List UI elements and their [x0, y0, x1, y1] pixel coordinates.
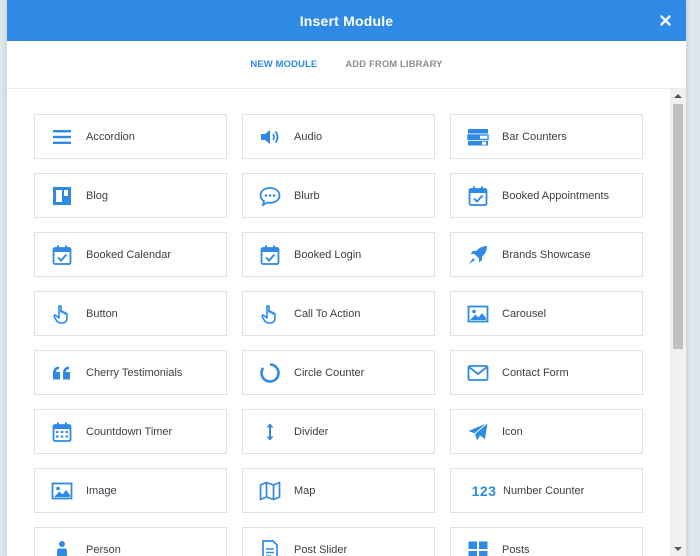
module-label: Booked Appointments [502, 189, 610, 202]
divider-icon [258, 420, 282, 444]
module-label: Accordion [86, 130, 135, 143]
blurb-icon [258, 184, 282, 208]
audio-icon [258, 125, 282, 149]
module-card-blog[interactable]: Blog [34, 173, 227, 218]
module-label: Booked Login [294, 248, 362, 261]
module-card-accordion[interactable]: Accordion [34, 114, 227, 159]
module-card-booked-login[interactable]: Booked Login [242, 232, 435, 277]
module-card-booked-appointments[interactable]: Booked Appointments [450, 173, 643, 218]
module-label: Person [86, 543, 121, 556]
map-icon [258, 479, 282, 503]
module-label: Divider [294, 425, 329, 438]
module-label: Icon [502, 425, 523, 438]
document-icon [258, 538, 282, 556]
scrollbar[interactable] [670, 89, 686, 556]
module-card-person[interactable]: Person [34, 527, 227, 556]
close-icon[interactable] [657, 12, 673, 28]
module-label: Cherry Testimonials [86, 366, 183, 379]
pointer-hand-icon [258, 302, 282, 326]
blog-icon [50, 184, 74, 208]
module-card-call-to-action[interactable]: Call To Action [242, 291, 435, 336]
module-label: Countdown Timer [86, 425, 173, 438]
module-card-map[interactable]: Map [242, 468, 435, 513]
module-label: Call To Action [294, 307, 361, 320]
module-label: Carousel [502, 307, 547, 320]
module-label: Bar Counters [502, 130, 567, 143]
module-card-carousel[interactable]: Carousel [450, 291, 643, 336]
bar-counters-icon [466, 125, 490, 149]
insert-module-dialog: Insert Module NEW MODULE ADD FROM LIBRAR… [7, 0, 686, 556]
module-card-audio[interactable]: Audio [242, 114, 435, 159]
accordion-icon [50, 125, 74, 149]
module-card-countdown-timer[interactable]: Countdown Timer [34, 409, 227, 454]
module-label: Audio [294, 130, 323, 143]
module-label: Button [86, 307, 118, 320]
module-card-brands-showcase[interactable]: Brands Showcase [450, 232, 643, 277]
module-grid: Accordion Audio Bar Counters Blog Blurb Booke… [34, 114, 643, 556]
module-label: Circle Counter [294, 366, 365, 379]
module-card-circle-counter[interactable]: Circle Counter [242, 350, 435, 395]
module-card-cherry-testimonials[interactable]: Cherry Testimonials [34, 350, 227, 395]
module-card-number-counter[interactable]: 123 Number Counter [450, 468, 643, 513]
module-card-booked-calendar[interactable]: Booked Calendar [34, 232, 227, 277]
module-card-bar-counters[interactable]: Bar Counters [450, 114, 643, 159]
module-label: Contact Form [502, 366, 569, 379]
module-card-posts[interactable]: Posts [450, 527, 643, 556]
module-label: Blurb [294, 189, 320, 202]
rocket-icon [466, 243, 490, 267]
module-card-button[interactable]: Button [34, 291, 227, 336]
scroll-up-arrow-icon[interactable] [670, 89, 686, 103]
calendar-grid-icon [50, 420, 74, 444]
module-label: Map [294, 484, 316, 497]
tab-bar: NEW MODULE ADD FROM LIBRARY [7, 41, 686, 89]
envelope-icon [466, 361, 490, 385]
module-label: Image [86, 484, 117, 497]
calendar-check-icon [258, 243, 282, 267]
module-label: Number Counter [503, 484, 585, 497]
module-label: Post Slider [294, 543, 348, 556]
module-card-post-slider[interactable]: Post Slider [242, 527, 435, 556]
calendar-check-icon [466, 184, 490, 208]
quote-icon [50, 361, 74, 385]
tab-add-from-library[interactable]: ADD FROM LIBRARY [345, 59, 442, 70]
number-counter-glyph: 123 [471, 482, 497, 499]
paper-plane-icon [466, 420, 490, 444]
module-label: Blog [86, 189, 109, 202]
module-card-image[interactable]: Image [34, 468, 227, 513]
tab-new-module[interactable]: NEW MODULE [250, 59, 317, 70]
pointer-hand-icon [50, 302, 74, 326]
module-label: Booked Calendar [86, 248, 172, 261]
module-label: Brands Showcase [502, 248, 591, 261]
image-icon [466, 302, 490, 326]
dialog-title: Insert Module [299, 12, 394, 29]
module-label: Posts [502, 543, 530, 556]
module-card-icon[interactable]: Icon [450, 409, 643, 454]
posts-grid-icon [466, 538, 490, 556]
module-card-contact-form[interactable]: Contact Form [450, 350, 643, 395]
scroll-down-arrow-icon[interactable] [670, 542, 686, 556]
calendar-check-icon [50, 243, 74, 267]
person-icon [50, 538, 74, 556]
image-icon [50, 479, 74, 503]
circle-counter-icon [258, 361, 282, 385]
scrollbar-thumb[interactable] [673, 104, 683, 349]
module-card-blurb[interactable]: Blurb [242, 173, 435, 218]
module-list: Accordion Audio Bar Counters Blog Blurb Booke… [7, 89, 670, 556]
number-counter-icon: 123 [465, 479, 499, 503]
module-card-divider[interactable]: Divider [242, 409, 435, 454]
dialog-header: Insert Module [7, 0, 686, 41]
